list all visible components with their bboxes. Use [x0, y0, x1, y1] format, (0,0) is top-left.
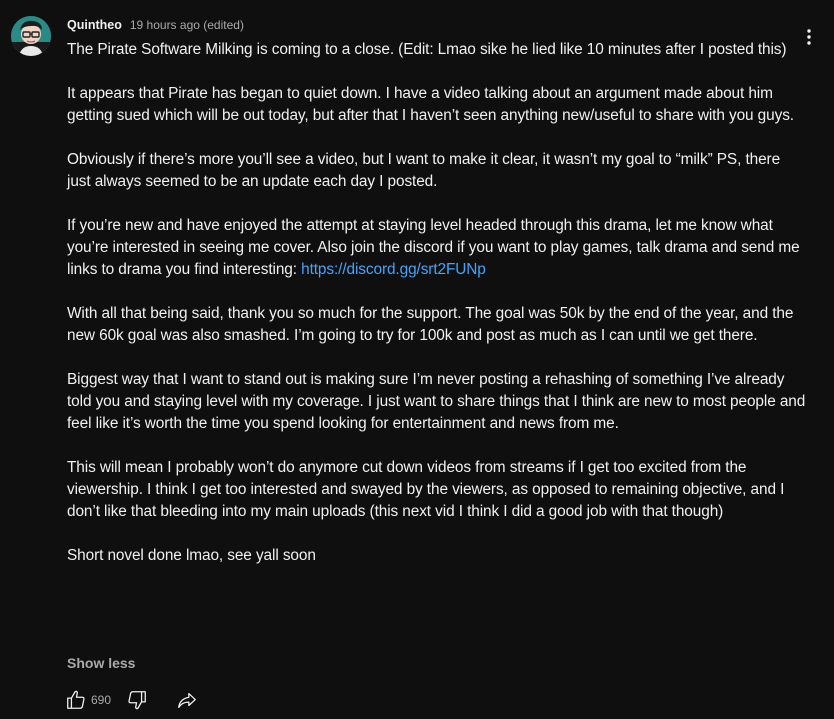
post-body: The Pirate Software Milking is coming to…: [67, 39, 807, 567]
post-paragraph: With all that being said, thank you so m…: [67, 305, 794, 344]
post-paragraph: This will mean I probably won’t do anymo…: [67, 459, 785, 520]
share-button[interactable]: [175, 688, 199, 712]
action-bar: 690: [64, 688, 199, 712]
post-timestamp[interactable]: 19 hours ago (edited): [130, 17, 244, 33]
like-count: 690: [91, 693, 112, 707]
share-icon: [178, 692, 196, 708]
avatar[interactable]: [11, 16, 51, 56]
avatar-image: [11, 16, 51, 56]
post-paragraph: Obviously if there’s more you’ll see a v…: [67, 151, 781, 190]
post-paragraph: It appears that Pirate has began to quie…: [67, 85, 794, 124]
discord-link[interactable]: https://discord.gg/srt2FUNp: [301, 261, 486, 278]
post-header: Quintheo 19 hours ago (edited): [67, 17, 244, 33]
post-paragraph-with-link: If you’re new and have enjoyed the attem…: [67, 215, 807, 281]
thumbs-up-icon: [67, 690, 85, 709]
thumbs-down-icon: [128, 691, 146, 710]
more-vertical-icon: [807, 29, 811, 45]
dislike-button[interactable]: [125, 688, 149, 712]
like-button[interactable]: [64, 688, 88, 712]
author-name[interactable]: Quintheo: [67, 17, 122, 33]
post-paragraph: Short novel done lmao, see yall soon: [67, 547, 316, 564]
community-post: Quintheo 19 hours ago (edited) The Pirat…: [0, 0, 834, 719]
post-paragraph: Biggest way that I want to stand out is …: [67, 371, 806, 432]
show-less-button[interactable]: Show less: [67, 655, 135, 671]
post-paragraph: The Pirate Software Milking is coming to…: [67, 41, 787, 58]
